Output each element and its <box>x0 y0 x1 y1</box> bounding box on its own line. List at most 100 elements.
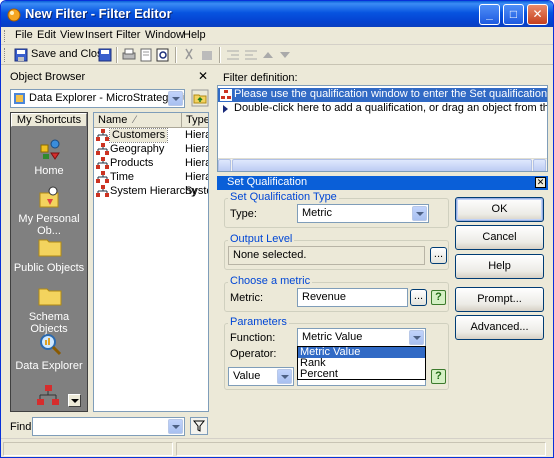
metric-value: Revenue <box>302 291 347 303</box>
hierarchy-icon <box>96 143 109 155</box>
shortcut-data-explorer[interactable]: Data Explorer <box>11 360 87 372</box>
column-name-label: Name <box>98 114 128 126</box>
horizontal-scrollbar[interactable] <box>218 158 547 171</box>
cut-icon <box>185 48 193 60</box>
choose-metric-legend: Choose a metric <box>228 275 313 287</box>
cancel-button[interactable]: Cancel <box>455 225 544 250</box>
sort-indicator-icon: ⁄ <box>134 114 136 126</box>
shortcuts-title[interactable]: My Shortcuts <box>11 113 87 127</box>
function-dropdown-list[interactable]: Metric Value Rank Percent <box>297 346 426 380</box>
prompt-button[interactable]: Prompt... <box>455 287 544 312</box>
toolbar: Save and Close <box>1 45 553 65</box>
function-value: Metric Value <box>302 331 363 343</box>
metric-field[interactable]: Revenue <box>297 288 408 307</box>
shortcut-home[interactable]: Home <box>11 165 87 177</box>
list-item[interactable]: Products Hierar <box>94 157 208 171</box>
public-objects-folder-icon[interactable] <box>37 234 63 260</box>
list-item[interactable]: System Hierarchy Syste <box>94 185 208 199</box>
hierarchy-icon <box>96 185 109 197</box>
go-up-folder-icon[interactable] <box>191 89 209 107</box>
filter-line-1-text: Please use the qualification window to e… <box>234 88 548 100</box>
advanced-button[interactable]: Advanced... <box>455 315 544 340</box>
menu-insert[interactable]: Insert <box>85 29 113 41</box>
find-input[interactable] <box>32 417 185 436</box>
menu-filter[interactable]: Filter <box>116 29 140 41</box>
toolbar-separator-3 <box>219 47 221 63</box>
menu-view[interactable]: View <box>60 29 84 41</box>
menu-edit[interactable]: Edit <box>37 29 56 41</box>
value-help-icon[interactable]: ? <box>431 369 446 384</box>
arrow-right-icon <box>223 105 228 113</box>
menu-help[interactable]: Help <box>183 29 206 41</box>
data-explorer-icon[interactable] <box>37 331 63 357</box>
hierarchy-icon <box>96 157 109 169</box>
title-bar[interactable]: New Filter - Filter Editor _ □ ✕ <box>1 1 553 27</box>
function-label: Function: <box>230 332 276 344</box>
outdent-icon <box>245 50 257 60</box>
operator-label: Operator: <box>230 348 277 360</box>
hierarchy-icon <box>96 129 109 141</box>
toolbar-separator-2 <box>175 47 177 63</box>
personal-objects-icon[interactable] <box>37 185 63 211</box>
close-icon: ✕ <box>532 7 543 21</box>
project-select[interactable]: Data Explorer - MicroStrategy Tutorial <box>10 89 185 108</box>
filter-definition-pane[interactable]: Please use the qualification window to e… <box>217 85 548 172</box>
chevron-down-icon[interactable] <box>409 330 424 345</box>
column-header-type[interactable]: Type <box>182 113 208 128</box>
column-header-name[interactable]: Name ⁄ <box>94 113 182 128</box>
object-browser-close-icon[interactable]: ✕ <box>198 69 208 83</box>
indent-icon <box>227 50 239 60</box>
delete-icon <box>202 51 212 60</box>
metric-help-icon[interactable]: ? <box>431 290 446 305</box>
metric-browse-button[interactable]: ... <box>410 289 427 306</box>
close-button[interactable]: ✕ <box>527 4 548 25</box>
item-name: Products <box>110 157 154 169</box>
filter-definition-line[interactable]: Please use the qualification window to e… <box>218 88 547 102</box>
hierarchy-icon <box>96 171 109 183</box>
list-item[interactable]: Customers Hierar <box>94 128 208 143</box>
scroll-right-icon[interactable] <box>533 159 546 171</box>
window-title: New Filter - Filter Editor <box>25 6 172 21</box>
output-level-browse-button[interactable]: ... <box>430 247 447 264</box>
item-name: Time <box>110 171 135 183</box>
chevron-down-icon[interactable] <box>168 91 183 106</box>
menu-window[interactable]: Window <box>145 29 184 41</box>
hierarchy-icon[interactable] <box>35 383 61 409</box>
ok-button[interactable]: OK <box>455 197 544 222</box>
dropdown-option[interactable]: Percent <box>298 369 425 380</box>
value-select[interactable]: Value <box>228 367 294 386</box>
save-icon[interactable] <box>97 47 113 63</box>
type-select[interactable]: Metric <box>297 204 429 223</box>
scroll-thumb[interactable] <box>232 159 532 171</box>
value-select-value: Value <box>233 370 261 382</box>
toolbar-grip <box>4 48 7 62</box>
chevron-down-icon[interactable] <box>277 369 292 384</box>
shortcuts-bar: My Shortcuts Home My Personal Ob... Publ… <box>10 112 88 412</box>
metric-label: Metric: <box>230 292 263 304</box>
filter-app-icon <box>7 8 21 22</box>
shortcut-public-objects[interactable]: Public Objects <box>11 262 87 274</box>
output-level-value: None selected. <box>233 249 307 261</box>
filter-definition-line[interactable]: Double-click here to add a qualification… <box>218 102 547 116</box>
chevron-down-icon[interactable] <box>168 419 183 434</box>
set-qualification-close-icon[interactable]: ✕ <box>535 177 546 188</box>
save-close-icon[interactable] <box>13 47 29 63</box>
list-item[interactable]: Geography Hierar <box>94 143 208 157</box>
help-button[interactable]: Help <box>455 254 544 279</box>
home-icon[interactable] <box>37 135 63 161</box>
chevron-down-icon[interactable] <box>412 206 427 221</box>
schema-objects-folder-icon[interactable] <box>37 283 63 309</box>
print-icon[interactable] <box>121 47 137 63</box>
output-level-field: None selected. <box>228 246 425 265</box>
function-select[interactable]: Metric Value <box>297 328 426 347</box>
shortcuts-more-button[interactable] <box>68 394 81 407</box>
scroll-left-icon[interactable] <box>218 159 231 171</box>
minimize-button[interactable]: _ <box>479 4 500 25</box>
find-icon[interactable] <box>155 47 171 63</box>
maximize-button[interactable]: □ <box>503 4 524 25</box>
menu-file[interactable]: File <box>15 29 33 41</box>
print-preview-icon[interactable] <box>138 47 154 63</box>
list-item[interactable]: Time Hierar <box>94 171 208 185</box>
filter-editor-window: New Filter - Filter Editor _ □ ✕ File Ed… <box>0 0 554 458</box>
filter-funnel-icon[interactable] <box>190 417 208 435</box>
